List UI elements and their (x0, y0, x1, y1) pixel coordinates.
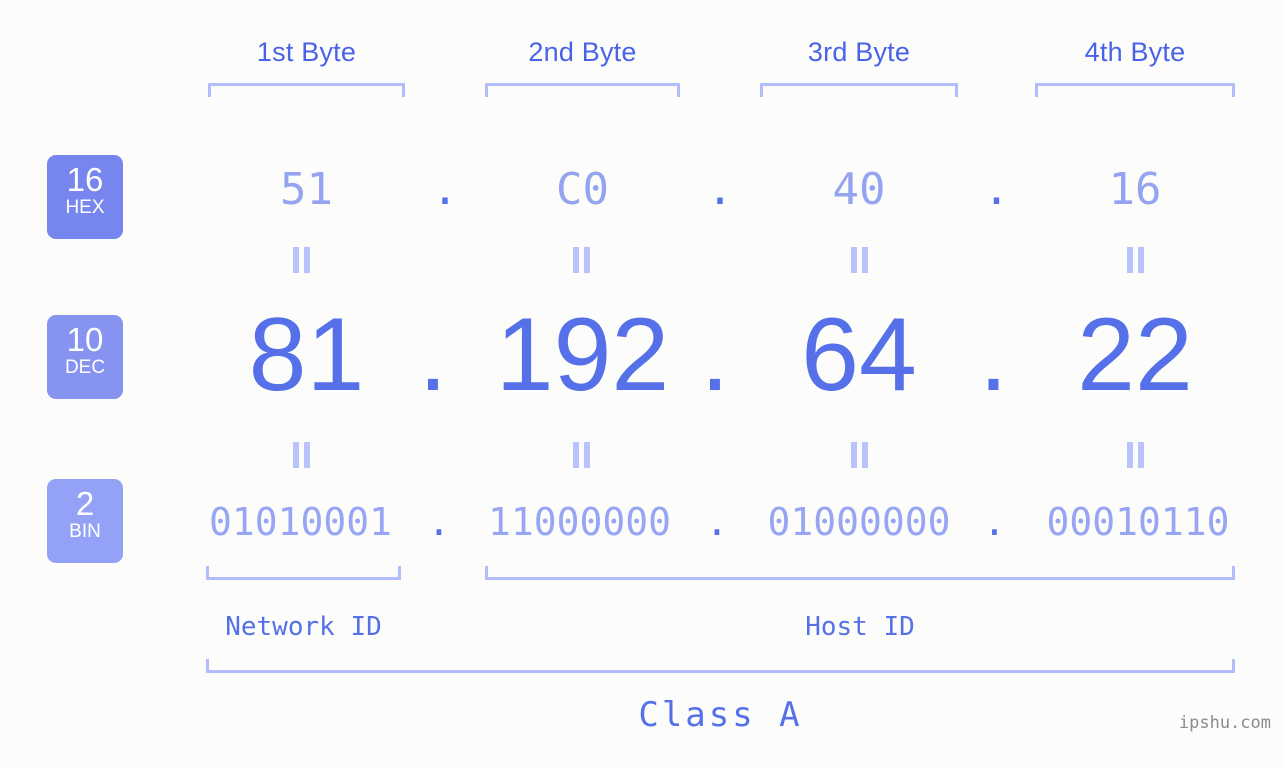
base-badge-hex-number: 16 (66, 161, 104, 198)
base-badge-bin-number: 2 (75, 485, 95, 522)
byte-bracket-3 (760, 83, 958, 97)
bin-separator-2: . (705, 500, 729, 544)
equals-icon-dec-bin-4 (1122, 442, 1148, 468)
byte-bracket-1 (208, 83, 405, 97)
dec-separator-2: . (700, 297, 730, 413)
host-id-label: Host ID (805, 612, 915, 642)
base-badge-dec-number: 10 (66, 321, 104, 358)
bin-separator-3: . (983, 500, 1006, 544)
host-id-bracket (485, 566, 1235, 580)
equals-icon-hex-dec-4 (1122, 247, 1148, 273)
hex-byte-2: C0 (556, 164, 609, 215)
hex-byte-3: 40 (832, 164, 886, 215)
equals-icon-dec-bin-1 (288, 442, 314, 468)
base-badge-bin-name: BIN (69, 521, 101, 542)
byte-header-2: 2nd Byte (528, 37, 637, 67)
byte-bracket-4 (1035, 83, 1235, 97)
class-label: Class A (638, 695, 803, 735)
base-badge-dec-name: DEC (64, 357, 106, 378)
dec-byte-4: 22 (1077, 297, 1193, 413)
equals-icon-dec-bin-3 (846, 442, 872, 468)
dec-separator-3: . (979, 297, 1008, 413)
network-id-label: Network ID (225, 612, 382, 642)
ip-breakdown-diagram: 1st Byte 2nd Byte 3rd Byte 4th Byte 16 H… (0, 0, 1285, 767)
bin-separator-1: . (427, 500, 451, 544)
bin-byte-2: 11000000 (487, 500, 672, 544)
bin-byte-4: 00010110 (1046, 500, 1230, 544)
byte-header-3: 3rd Byte (807, 37, 911, 67)
hex-separator-2: . (706, 164, 734, 215)
hex-byte-4: 16 (1108, 164, 1162, 215)
base-badge-bin: 2 BIN (47, 479, 123, 563)
base-badge-hex: 16 HEX (47, 155, 123, 239)
bin-byte-3: 01000000 (767, 500, 951, 544)
equals-icon-hex-dec-3 (846, 247, 872, 273)
byte-header-1: 1st Byte (256, 37, 357, 67)
hex-byte-1: 51 (280, 164, 333, 215)
hex-separator-1: . (431, 164, 459, 215)
base-badge-hex-name: HEX (65, 197, 105, 218)
bin-byte-1: 01010001 (208, 500, 393, 544)
hex-separator-3: . (983, 164, 1010, 215)
byte-bracket-2 (485, 83, 680, 97)
dec-byte-2: 192 (495, 297, 670, 413)
base-badge-dec: 10 DEC (47, 315, 123, 399)
equals-icon-dec-bin-2 (568, 442, 594, 468)
dec-separator-1: . (418, 297, 448, 413)
byte-header-4: 4th Byte (1084, 37, 1186, 67)
equals-icon-hex-dec-1 (288, 247, 314, 273)
watermark: ipshu.com (1178, 713, 1271, 733)
network-id-bracket (206, 566, 401, 580)
class-bracket (206, 659, 1235, 673)
dec-byte-1: 81 (248, 297, 365, 413)
equals-icon-hex-dec-2 (568, 247, 594, 273)
dec-byte-3: 64 (801, 297, 917, 413)
